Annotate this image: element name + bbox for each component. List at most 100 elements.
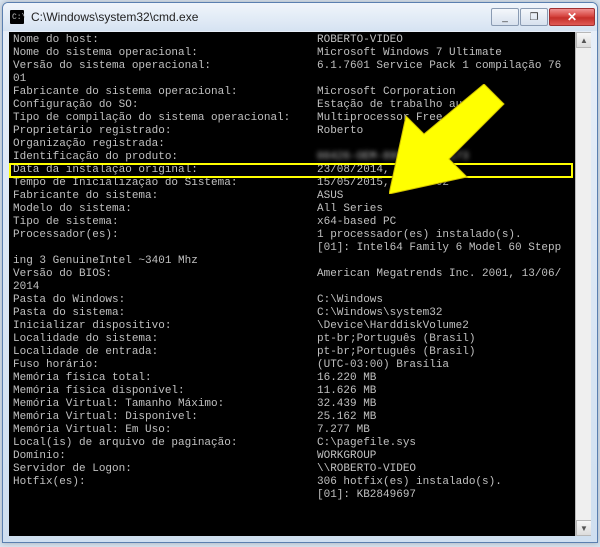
line-value: 6.1.7601 Service Pack 1 compilação 76 xyxy=(317,60,561,73)
line-label: Modelo do sistema: xyxy=(13,203,317,216)
line-value: C:\pagefile.sys xyxy=(317,437,416,450)
line-value: [01]: KB2849697 xyxy=(317,489,416,502)
output-line: 2014 xyxy=(13,281,571,294)
output-line: Data da instalação original:23/08/2014, … xyxy=(13,164,571,177)
line-label: Processador(es): xyxy=(13,229,317,242)
line-value: 7.277 MB xyxy=(317,424,370,437)
close-button[interactable]: ✕ xyxy=(549,8,595,26)
output-line: Memória Virtual: Disponível:25.162 MB xyxy=(13,411,571,424)
titlebar[interactable]: C:\ C:\Windows\system32\cmd.exe _ ❐ ✕ xyxy=(3,3,597,31)
scroll-down-button[interactable]: ▼ xyxy=(576,520,591,536)
output-line: Servidor de Logon:\\ROBERTO-VIDEO xyxy=(13,463,571,476)
output-line: Pasta do Windows:C:\Windows xyxy=(13,294,571,307)
output-line: Fabricante do sistema operacional:Micros… xyxy=(13,86,571,99)
line-value: \Device\HarddiskVolume2 xyxy=(317,320,469,333)
output-line: Fuso horário:(UTC-03:00) Brasília xyxy=(13,359,571,372)
output-line: Tipo de compilação do sistema operaciona… xyxy=(13,112,571,125)
line-value: Roberto xyxy=(317,125,363,138)
line-value: ASUS xyxy=(317,190,343,203)
scroll-up-button[interactable]: ▲ xyxy=(576,32,591,48)
output-line: Nome do sistema operacional:Microsoft Wi… xyxy=(13,47,571,60)
output-line: [01]: KB2849697 xyxy=(13,489,571,502)
line-value: Microsoft Corporation xyxy=(317,86,456,99)
output-line: Local(is) de arquivo de paginação:C:\pag… xyxy=(13,437,571,450)
output-line: Memória física total:16.220 MB xyxy=(13,372,571,385)
line-label: Nome do host: xyxy=(13,34,317,47)
terminal-client-area: Nome do host:ROBERTO-VIDEONome do sistem… xyxy=(9,32,591,536)
output-line: ing 3 GenuineIntel ~3401 Mhz xyxy=(13,255,571,268)
vertical-scrollbar[interactable]: ▲ ▼ xyxy=(575,32,591,536)
line-label: Tempo de Inicialização do Sistema: xyxy=(13,177,317,190)
line-value: 25.162 MB xyxy=(317,411,376,424)
output-line: Memória física disponível:11.626 MB xyxy=(13,385,571,398)
line-label: Fabricante do sistema operacional: xyxy=(13,86,317,99)
output-line: Localidade do sistema:pt-br;Português (B… xyxy=(13,333,571,346)
svg-text:C:\: C:\ xyxy=(12,13,25,22)
output-line: Versão do BIOS:American Megatrends Inc. … xyxy=(13,268,571,281)
cmd-window: C:\ C:\Windows\system32\cmd.exe _ ❐ ✕ No… xyxy=(2,2,598,543)
output-line: Fabricante do sistema:ASUS xyxy=(13,190,571,203)
line-value: 1 processador(es) instalado(s). xyxy=(317,229,522,242)
line-value: Multiprocessor Free xyxy=(317,112,442,125)
line-label: Pasta do sistema: xyxy=(13,307,317,320)
line-value: pt-br;Português (Brasil) xyxy=(317,346,475,359)
output-line: Processador(es):1 processador(es) instal… xyxy=(13,229,571,242)
minimize-button[interactable]: _ xyxy=(491,8,519,26)
line-value: pt-br;Português (Brasil) xyxy=(317,333,475,346)
line-value: ROBERTO-VIDEO xyxy=(317,34,403,47)
line-label: Pasta do Windows: xyxy=(13,294,317,307)
line-label: Fuso horário: xyxy=(13,359,317,372)
terminal-output: Nome do host:ROBERTO-VIDEONome do sistem… xyxy=(13,34,571,502)
output-line: [01]: Intel64 Family 6 Model 60 Stepp xyxy=(13,242,571,255)
line-label: Memória física disponível: xyxy=(13,385,317,398)
line-label: Proprietário registrado: xyxy=(13,125,317,138)
line-label: Data da instalação original: xyxy=(13,164,317,177)
output-line: Memória Virtual: Em Uso:7.277 MB xyxy=(13,424,571,437)
line-value: 16.220 MB xyxy=(317,372,376,385)
line-value: Microsoft Windows 7 Ultimate xyxy=(317,47,502,60)
output-line: Configuração do SO:Estação de trabalho a… xyxy=(13,99,571,112)
line-value: Estação de trabalho autônoma xyxy=(317,99,502,112)
output-line: Nome do host:ROBERTO-VIDEO xyxy=(13,34,571,47)
line-value: (UTC-03:00) Brasília xyxy=(317,359,449,372)
output-line: Tempo de Inicialização do Sistema:15/05/… xyxy=(13,177,571,190)
line-label: ing 3 GenuineIntel ~3401 Mhz xyxy=(13,255,317,268)
line-label: Servidor de Logon: xyxy=(13,463,317,476)
line-label: Identificação do produto: xyxy=(13,151,317,164)
line-label: Hotfix(es): xyxy=(13,476,317,489)
output-line: Domínio:WORKGROUP xyxy=(13,450,571,463)
line-label: Memória Virtual: Em Uso: xyxy=(13,424,317,437)
output-line: Localidade de entrada:pt-br;Português (B… xyxy=(13,346,571,359)
line-label: Domínio: xyxy=(13,450,317,463)
line-value: C:\Windows xyxy=(317,294,383,307)
output-line: Tipo de sistema:x64-based PC xyxy=(13,216,571,229)
line-value: 306 hotfix(es) instalado(s). xyxy=(317,476,502,489)
line-label: 01 xyxy=(13,73,317,86)
line-value: All Series xyxy=(317,203,383,216)
line-label: 2014 xyxy=(13,281,317,294)
line-value: x64-based PC xyxy=(317,216,396,229)
line-label: Localidade do sistema: xyxy=(13,333,317,346)
line-label: Configuração do SO: xyxy=(13,99,317,112)
cmd-icon: C:\ xyxy=(9,9,25,25)
window-controls: _ ❐ ✕ xyxy=(490,8,595,26)
line-value: 32.439 MB xyxy=(317,398,376,411)
maximize-button[interactable]: ❐ xyxy=(520,8,548,26)
output-line: Hotfix(es):306 hotfix(es) instalado(s). xyxy=(13,476,571,489)
output-line: Inicializar dispositivo:\Device\Harddisk… xyxy=(13,320,571,333)
line-value: \\ROBERTO-VIDEO xyxy=(317,463,416,476)
line-value: [01]: Intel64 Family 6 Model 60 Stepp xyxy=(317,242,561,255)
output-line: Modelo do sistema:All Series xyxy=(13,203,571,216)
line-label: Memória Virtual: Tamanho Máximo: xyxy=(13,398,317,411)
output-line: Proprietário registrado:Roberto xyxy=(13,125,571,138)
line-value: 15/05/2015, 13:40:02 xyxy=(317,177,449,190)
line-value: WORKGROUP xyxy=(317,450,376,463)
line-value: 11.626 MB xyxy=(317,385,376,398)
line-label: Local(is) de arquivo de paginação: xyxy=(13,437,317,450)
window-title: C:\Windows\system32\cmd.exe xyxy=(31,10,490,24)
line-label: Memória física total: xyxy=(13,372,317,385)
output-line: Organização registrada: xyxy=(13,138,571,151)
line-label: Organização registrada: xyxy=(13,138,317,151)
line-label: Nome do sistema operacional: xyxy=(13,47,317,60)
terminal-viewport[interactable]: Nome do host:ROBERTO-VIDEONome do sistem… xyxy=(9,32,575,536)
